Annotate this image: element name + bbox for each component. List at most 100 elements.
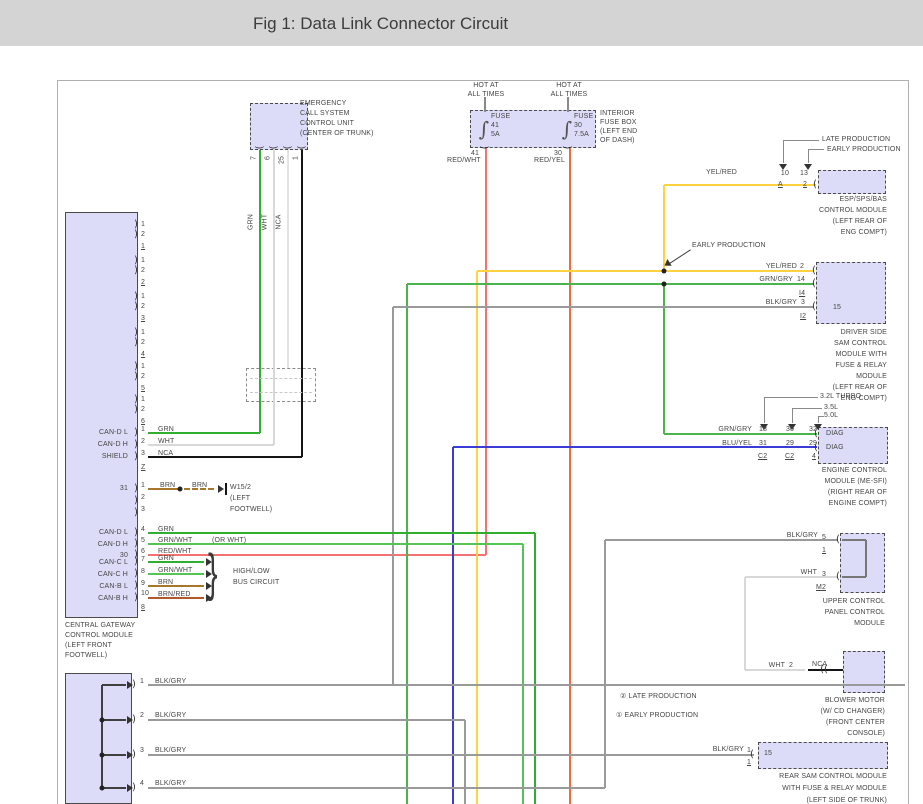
label: 2	[141, 279, 145, 288]
label: 1	[141, 293, 145, 302]
pin-bracket: (	[812, 265, 816, 276]
label: BRN	[158, 579, 173, 588]
label: CAN-B H	[98, 595, 128, 604]
label: 8	[141, 568, 145, 577]
label: BRN/RED	[158, 591, 191, 600]
label: C2	[758, 453, 767, 462]
label: 5A	[491, 131, 500, 140]
label: 2	[141, 231, 145, 240]
wire	[102, 787, 126, 788]
wire	[148, 561, 204, 563]
label: CALL SYSTEM	[300, 110, 350, 119]
label: 1	[141, 363, 145, 372]
wire	[764, 397, 765, 423]
label: 6	[265, 156, 274, 160]
label: EARLY PRODUCTION	[827, 146, 901, 155]
junction-dot	[100, 718, 105, 723]
wire	[393, 306, 814, 308]
label: 1	[141, 243, 145, 252]
wiring-diagram: Fig 1: Data Link Connector Circuit )))))…	[0, 0, 923, 804]
wire	[148, 585, 204, 587]
label: ESP/SPS/BAS	[839, 196, 887, 205]
wire	[287, 150, 289, 368]
pin-bracket: (	[836, 534, 840, 545]
wire-diagonal	[668, 249, 691, 265]
label: FOOTWELL)	[65, 652, 107, 661]
label: LATE PRODUCTION	[822, 136, 890, 145]
wire	[663, 185, 665, 271]
wire	[148, 754, 754, 756]
label: MODULE (ME-SFI)	[824, 478, 887, 487]
pin-bracket: )	[134, 580, 138, 591]
label: (FRONT CENTER	[826, 719, 885, 728]
label: 2	[141, 267, 145, 276]
wire	[102, 684, 126, 685]
label: SHIELD	[102, 453, 128, 462]
label: EARLY PRODUCTION	[692, 242, 766, 251]
label: (LEFT SIDE OF TRUNK)	[806, 797, 887, 804]
label: CAN-C L	[99, 559, 128, 568]
label: CAN-D H	[98, 441, 128, 450]
label: SAM CONTROL	[834, 340, 887, 349]
wire	[865, 540, 867, 577]
wire	[148, 719, 465, 721]
label: BLOWER MOTOR	[825, 697, 885, 706]
wire	[407, 283, 814, 285]
label: 3	[822, 571, 826, 580]
label: MODULE	[854, 620, 885, 629]
label: UPPER CONTROL	[823, 598, 885, 607]
pin-bracket: (	[812, 278, 816, 289]
label: 18	[759, 426, 767, 435]
label: ① EARLY PRODUCTION	[616, 712, 698, 721]
pin-bracket: (	[480, 145, 491, 149]
figure-title: Fig 1: Data Link Connector Circuit	[253, 14, 508, 34]
label: FOOTWELL)	[230, 506, 272, 515]
label: }	[208, 547, 218, 599]
label: DRIVER SIDE	[841, 329, 887, 338]
label: 5	[141, 537, 145, 546]
label: ALL TIMES	[468, 91, 505, 100]
label: CAN-D L	[99, 429, 128, 438]
wire	[102, 719, 126, 720]
fuse-symbol: ∫	[562, 117, 572, 141]
label: 29	[786, 440, 794, 449]
label: CAN-B L	[99, 583, 128, 592]
junction-dot	[178, 487, 183, 492]
wire-dashed	[250, 378, 312, 379]
wire	[569, 148, 571, 804]
label: 3.2L TURBO	[820, 393, 861, 402]
label: A	[778, 181, 783, 190]
wire	[664, 184, 816, 186]
label: RED/WHT	[447, 157, 481, 166]
label: GRN/WHT	[158, 567, 193, 576]
pin-bracket: (	[269, 145, 280, 149]
label: BLK/GRY	[713, 746, 744, 755]
arrowhead	[218, 485, 224, 493]
label: CONTROL UNIT	[300, 120, 354, 129]
wire	[744, 577, 746, 670]
wire	[477, 270, 814, 272]
label: 2	[141, 339, 145, 348]
label: C2	[785, 453, 794, 462]
label: 41	[491, 122, 499, 131]
wire	[604, 540, 606, 788]
wire	[148, 787, 605, 789]
label: ENGINE CONTROL	[822, 467, 887, 476]
label: 2	[140, 712, 144, 721]
pin-bracket: )	[134, 265, 138, 276]
label: DIAG	[826, 444, 844, 453]
junction-dot	[100, 753, 105, 758]
wire	[476, 271, 478, 804]
pin-bracket: )	[134, 427, 138, 438]
pin-bracket: )	[134, 592, 138, 603]
label: 32	[809, 426, 817, 435]
label: CENTRAL GATEWAY	[65, 622, 135, 631]
label: WHT	[158, 438, 174, 447]
label: FUSE BOX	[600, 119, 637, 128]
pin-bracket: )	[134, 301, 138, 312]
pin-bracket: (	[283, 145, 294, 149]
label: (LEFT REAR OF	[833, 218, 887, 227]
label: CONTROL MODULE	[819, 207, 887, 216]
pin-bracket: )	[132, 782, 136, 793]
label: BRN	[192, 482, 207, 491]
